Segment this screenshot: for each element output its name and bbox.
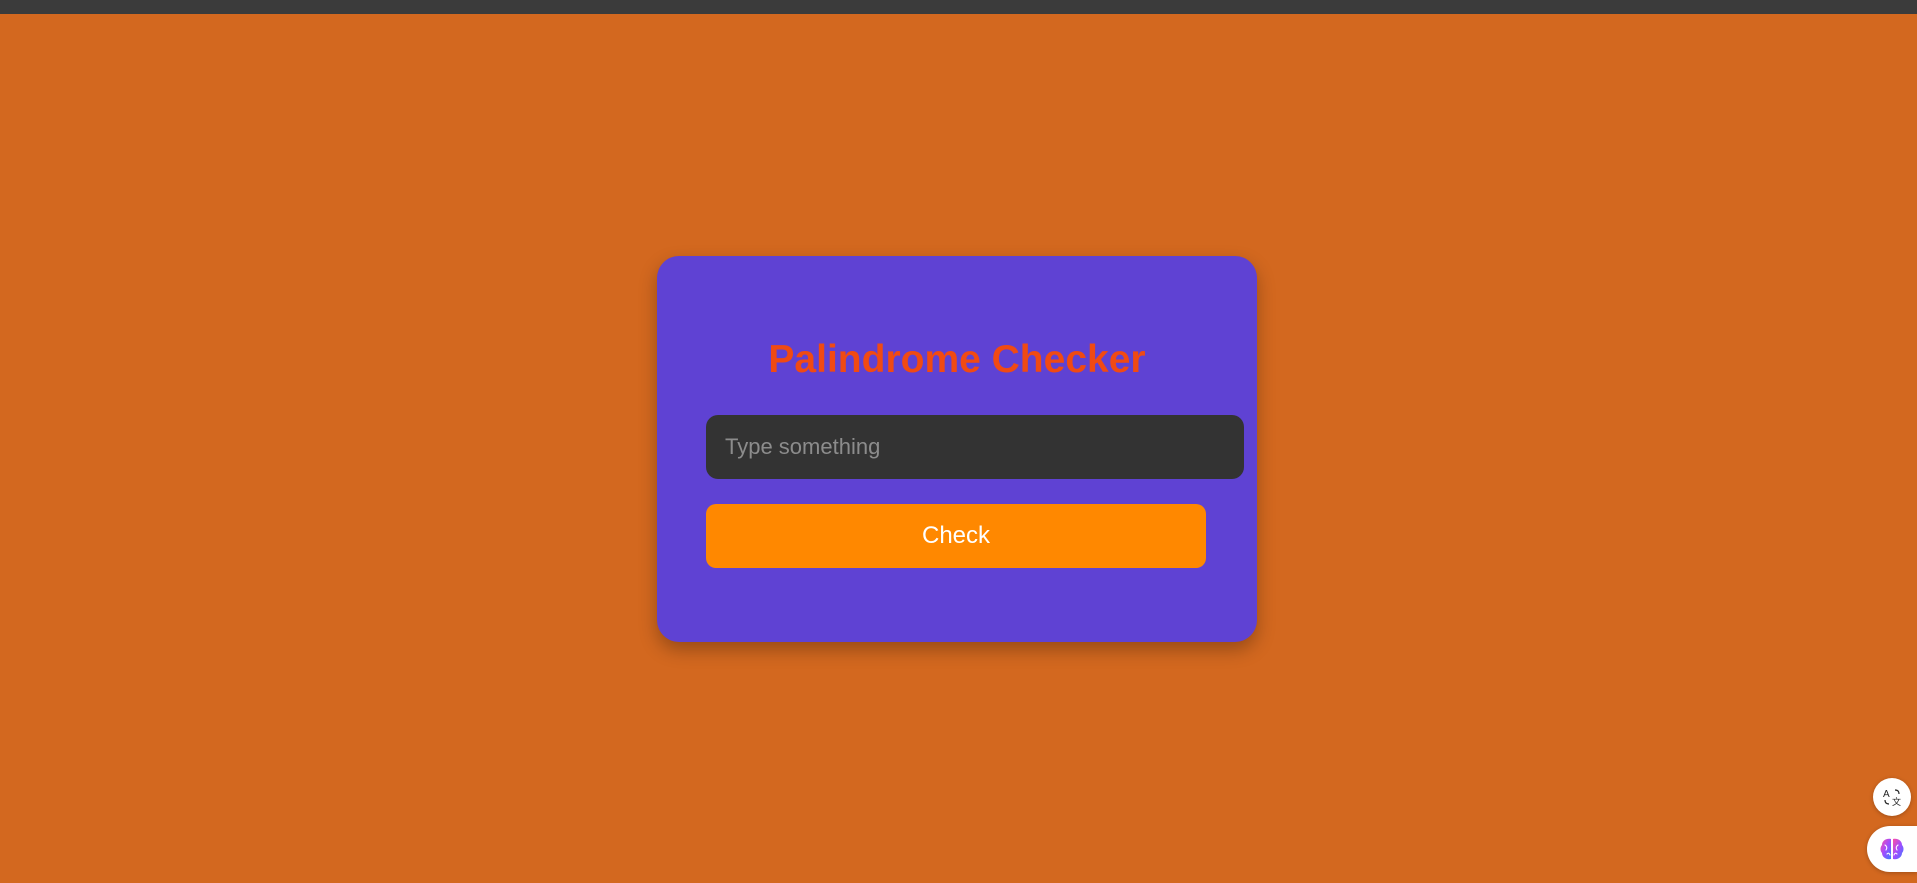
translate-icon: A 文 [1883, 789, 1901, 807]
text-input[interactable] [706, 415, 1244, 479]
page-title: Palindrome Checker [768, 338, 1146, 381]
palindrome-card: Palindrome Checker Check [657, 256, 1257, 642]
svg-text:文: 文 [1892, 796, 1901, 807]
translate-button[interactable]: A 文 [1873, 778, 1911, 816]
ai-assistant-button[interactable] [1867, 826, 1917, 872]
brain-icon [1880, 838, 1904, 860]
check-button[interactable]: Check [706, 504, 1206, 568]
svg-text:A: A [1883, 789, 1890, 800]
top-bar [0, 0, 1917, 14]
